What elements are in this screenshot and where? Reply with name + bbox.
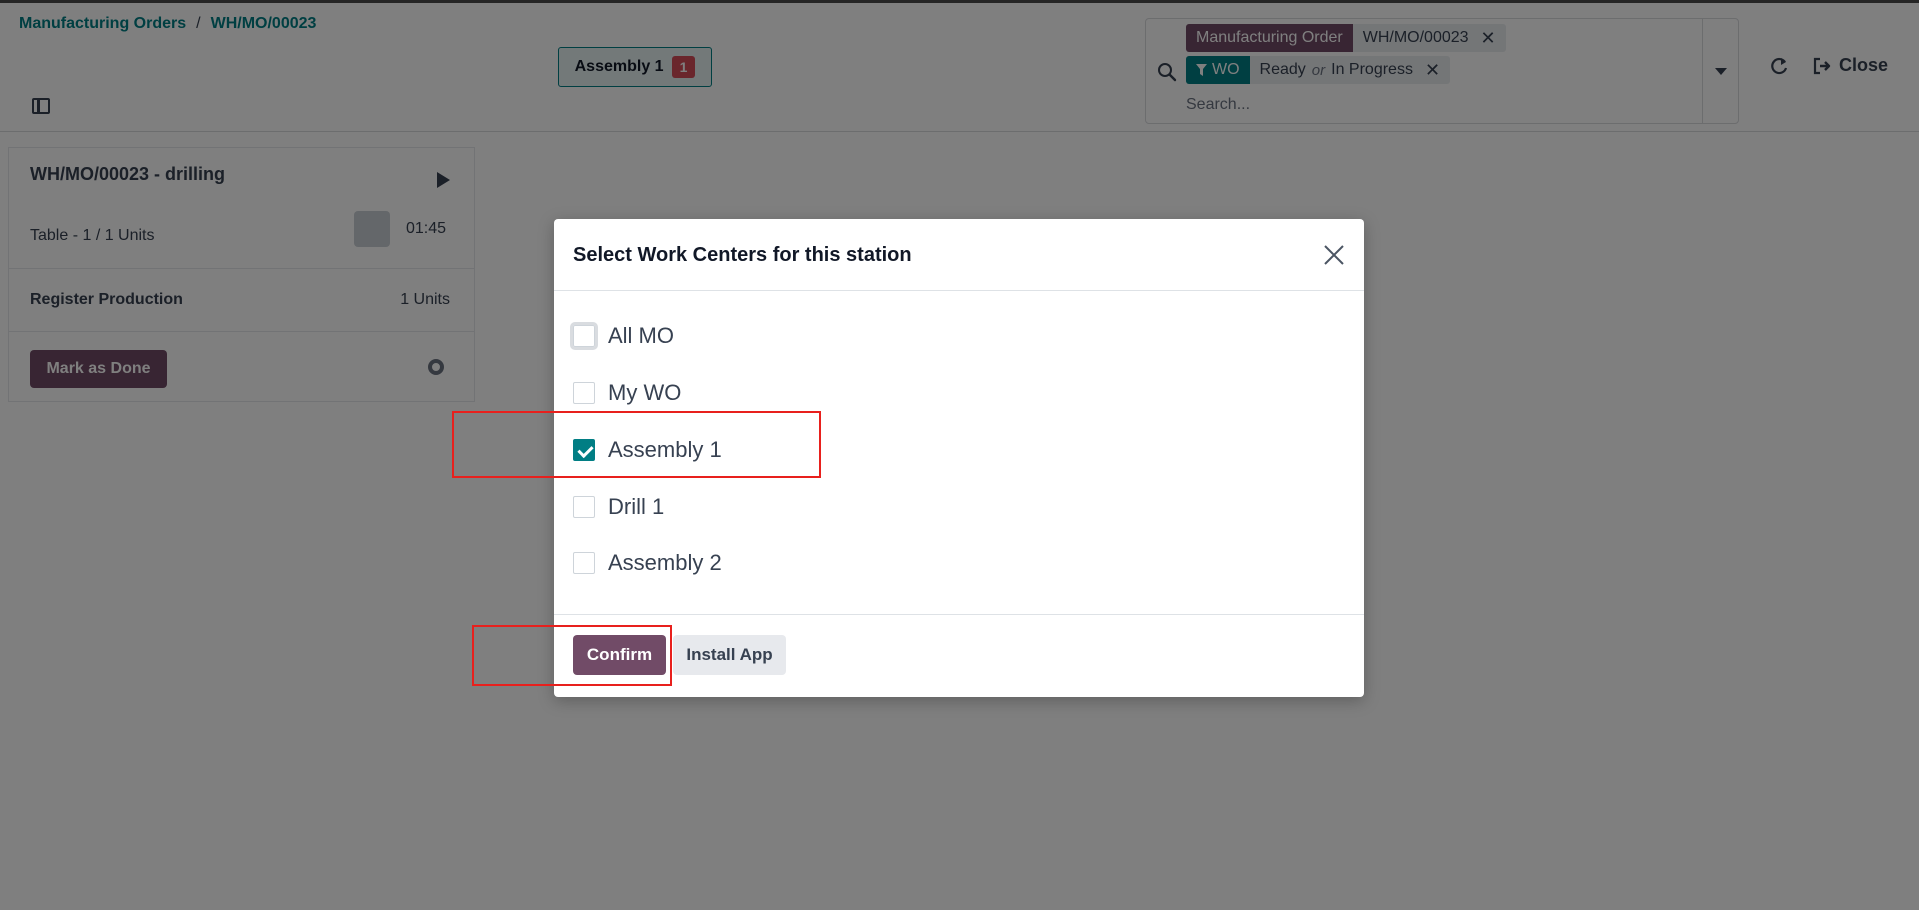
modal-header: Select Work Centers for this station xyxy=(554,219,1364,291)
checkbox[interactable] xyxy=(570,322,598,350)
workcenter-option-assembly-1[interactable]: Assembly 1 xyxy=(573,437,722,463)
option-label: Assembly 1 xyxy=(608,437,722,462)
select-workcenters-dialog: Select Work Centers for this station All… xyxy=(554,219,1364,697)
modal-title: Select Work Centers for this station xyxy=(573,244,912,266)
checkbox[interactable] xyxy=(573,496,595,518)
option-label: All MO xyxy=(608,323,674,348)
close-icon[interactable] xyxy=(1322,243,1346,267)
confirm-button[interactable]: Confirm xyxy=(573,635,666,675)
checkbox[interactable] xyxy=(573,552,595,574)
install-app-button[interactable]: Install App xyxy=(673,635,786,675)
workcenter-option-assembly-2[interactable]: Assembly 2 xyxy=(573,550,722,576)
option-label: Assembly 2 xyxy=(608,550,722,575)
option-label: Drill 1 xyxy=(608,494,665,519)
option-label: My WO xyxy=(608,380,682,405)
workcenter-option-drill-1[interactable]: Drill 1 xyxy=(573,494,664,520)
workcenter-option-all-mo[interactable]: All MO xyxy=(570,322,674,350)
checkbox[interactable] xyxy=(573,382,595,404)
workcenter-option-my-wo[interactable]: My WO xyxy=(573,380,681,406)
checkbox-checked[interactable] xyxy=(573,439,595,461)
